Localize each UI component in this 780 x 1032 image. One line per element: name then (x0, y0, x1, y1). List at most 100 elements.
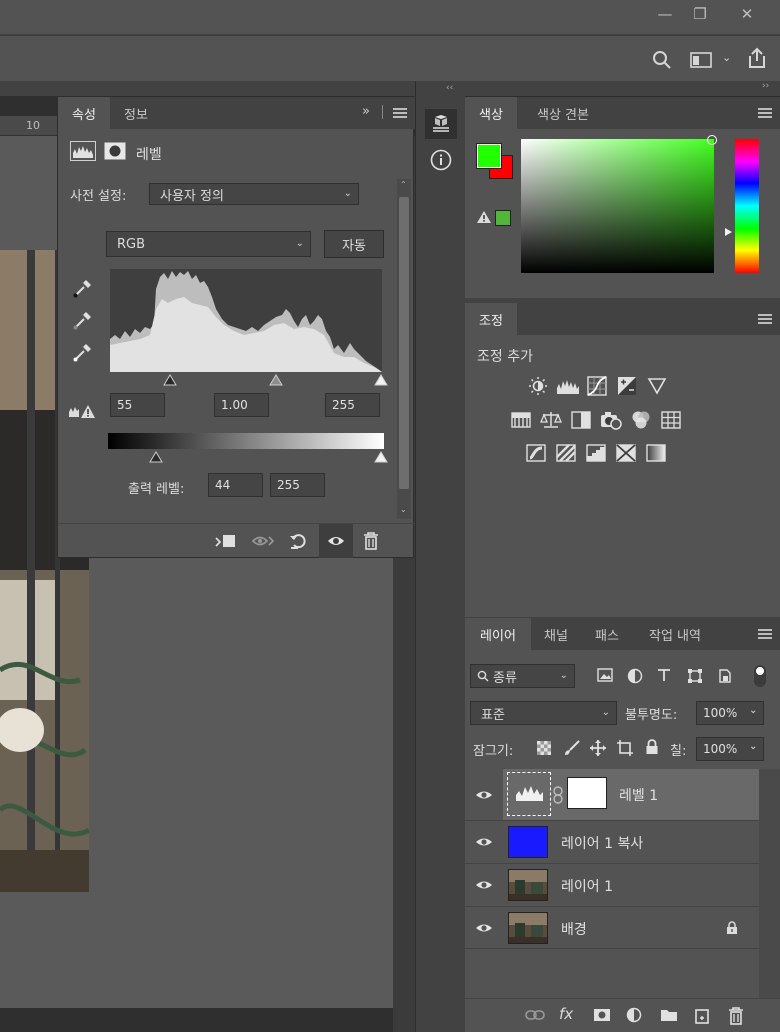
trash-icon[interactable] (362, 531, 380, 551)
hue-slider[interactable] (735, 139, 759, 273)
threshold-icon[interactable] (585, 442, 607, 464)
levels-icon[interactable] (555, 375, 581, 397)
filter-type-icon[interactable] (657, 668, 671, 682)
channel-mixer-icon[interactable] (630, 409, 652, 431)
tab-info[interactable]: 정보 (110, 97, 162, 129)
selective-color-icon[interactable] (615, 442, 637, 464)
chevron-down-icon[interactable]: ⌄ (722, 51, 731, 64)
gamut-color-swatch[interactable] (495, 210, 511, 226)
hue-saturation-icon[interactable] (510, 409, 532, 431)
layer-row[interactable]: 레이어 1 (465, 863, 759, 906)
filter-kind-dropdown[interactable]: 종류 ⌄ (470, 664, 575, 688)
properties-scrollbar[interactable]: ⌃ ⌄ (397, 179, 411, 519)
lock-icon[interactable] (726, 921, 738, 935)
collapse-right-icon[interactable]: ›› (762, 81, 769, 91)
eye-icon[interactable] (465, 907, 503, 949)
lock-image-pixels-icon[interactable] (563, 739, 581, 757)
panel-menu-icon[interactable] (758, 314, 772, 324)
layer-row[interactable]: 레이어 1 복사 (465, 820, 759, 863)
minimize-button[interactable]: — (648, 0, 682, 28)
invert-icon[interactable] (525, 442, 547, 464)
filter-shape-icon[interactable] (687, 668, 703, 684)
clip-to-layer-icon[interactable] (214, 532, 236, 550)
layer-row[interactable]: 배경 (465, 906, 759, 949)
layer-row[interactable]: 레벨 1 (465, 769, 759, 820)
input-gamma-field[interactable]: 1.00 (214, 393, 269, 417)
black-white-icon[interactable] (570, 409, 592, 431)
lock-artboard-icon[interactable] (616, 739, 634, 757)
brightness-contrast-icon[interactable] (527, 375, 549, 397)
gray-point-eyedropper-icon[interactable] (72, 309, 94, 331)
info-icon[interactable] (430, 149, 452, 171)
filter-pixel-icon[interactable] (597, 668, 613, 682)
fill-field[interactable]: 100% ⌄ (696, 737, 764, 761)
preset-dropdown[interactable]: 사용자 정의 ⌄ (149, 183, 359, 205)
eye-icon[interactable] (465, 769, 503, 820)
blend-mode-dropdown[interactable]: 표준 ⌄ (470, 701, 617, 725)
chevron-down-icon[interactable]: ⌄ (749, 705, 757, 716)
tab-history[interactable]: 작업 내역 (633, 618, 717, 650)
collapse-left-icon[interactable]: ‹‹ (446, 83, 453, 93)
share-icon[interactable] (746, 47, 768, 69)
output-white-field[interactable]: 255 (270, 473, 325, 497)
reset-icon[interactable] (288, 531, 308, 551)
tab-properties[interactable]: 속성 (58, 97, 110, 129)
link-layers-icon[interactable] (525, 1008, 545, 1022)
output-white-slider-handle[interactable] (374, 451, 388, 463)
layer-thumbnail[interactable] (508, 869, 548, 901)
output-black-slider-handle[interactable] (149, 451, 163, 463)
scrollbar-thumb[interactable] (399, 197, 409, 489)
new-adjustment-layer-icon[interactable] (626, 1007, 644, 1025)
input-black-slider-handle[interactable] (163, 374, 177, 386)
posterize-icon[interactable] (555, 442, 577, 464)
auto-button[interactable]: 자동 (324, 230, 384, 258)
mask-link-icon[interactable] (553, 786, 563, 804)
saturation-brightness-field[interactable] (521, 135, 717, 273)
new-group-icon[interactable] (660, 1008, 678, 1022)
mask-icon[interactable] (104, 141, 126, 161)
view-previous-state-icon[interactable] (251, 532, 275, 550)
tab-layers[interactable]: 레이어 (465, 618, 531, 650)
layer-name[interactable]: 레이어 1 (561, 876, 613, 896)
input-black-field[interactable]: 55 (110, 393, 165, 417)
eye-icon[interactable] (465, 864, 503, 906)
tab-color[interactable]: 색상 (465, 97, 517, 129)
color-picker-cursor[interactable] (707, 135, 717, 145)
lock-position-icon[interactable] (589, 739, 607, 757)
panel-menu-icon[interactable] (758, 629, 772, 639)
panel-menu-icon[interactable] (393, 108, 407, 118)
lock-transparent-pixels-icon[interactable] (537, 741, 551, 755)
channel-dropdown[interactable]: RGB ⌄ (106, 231, 311, 257)
color-balance-icon[interactable] (540, 409, 562, 431)
hue-slider-handle[interactable] (724, 227, 733, 237)
filter-adjustment-icon[interactable] (627, 668, 643, 684)
fx-icon[interactable]: fx (559, 1005, 573, 1023)
toggle-visibility-button[interactable] (319, 524, 353, 558)
panel-expand-icon[interactable]: » (362, 104, 370, 119)
white-point-eyedropper-icon[interactable] (72, 341, 94, 363)
layer-name[interactable]: 레벨 1 (619, 785, 658, 805)
layers-scrollbar[interactable] (759, 769, 780, 999)
workspace-icon[interactable] (690, 52, 712, 68)
lock-all-icon[interactable] (645, 739, 659, 755)
chevron-down-icon[interactable]: ⌄ (749, 741, 757, 752)
scroll-up-icon[interactable]: ⌃ (400, 180, 407, 189)
exposure-icon[interactable] (616, 375, 638, 397)
new-layer-icon[interactable] (694, 1007, 710, 1025)
layer-name[interactable]: 레이어 1 복사 (561, 833, 643, 853)
input-white-field[interactable]: 255 (325, 393, 380, 417)
adjustment-thumbnail[interactable] (507, 772, 551, 816)
tab-channels[interactable]: 채널 (531, 618, 581, 650)
restore-button[interactable]: ❐ (683, 0, 717, 28)
filter-smart-object-icon[interactable] (717, 668, 733, 684)
tab-paths[interactable]: 패스 (581, 618, 633, 650)
properties-panel-button[interactable] (425, 109, 457, 139)
layer-thumbnail[interactable] (508, 826, 548, 858)
scroll-down-icon[interactable]: ⌄ (400, 505, 407, 514)
search-icon[interactable] (652, 50, 672, 70)
photo-filter-icon[interactable] (600, 409, 622, 431)
input-white-slider-handle[interactable] (374, 374, 388, 386)
close-button[interactable]: ✕ (730, 0, 764, 28)
panel-menu-icon[interactable] (758, 108, 772, 118)
layer-mask-thumbnail[interactable] (567, 777, 607, 809)
